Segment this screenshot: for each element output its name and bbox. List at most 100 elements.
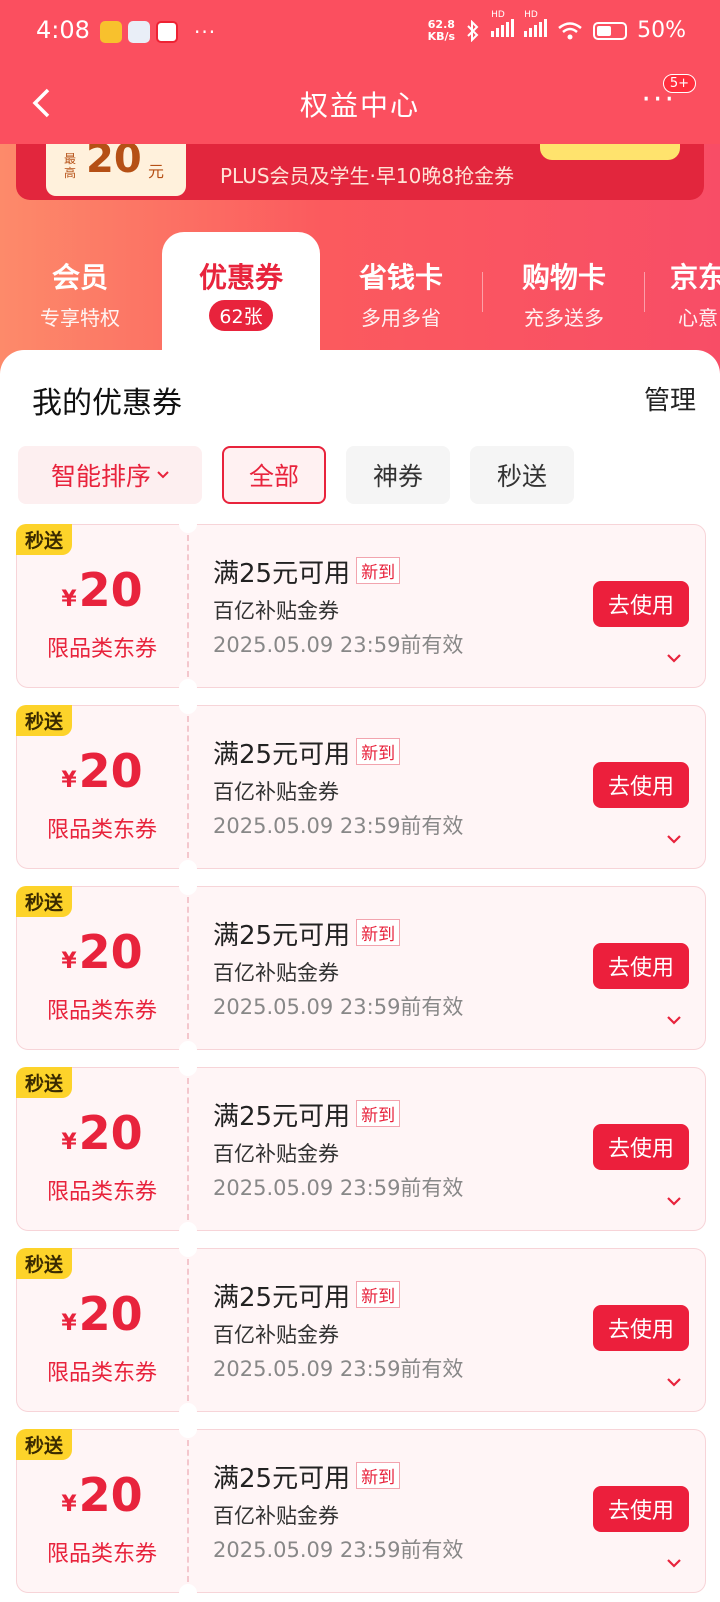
coupon-card[interactable]: 秒送 ¥20 限品类东券 满25元可用 新到 百亿补贴金券 2025.05.09 … (16, 1239, 706, 1421)
coupon-type: 百亿补贴金券 (213, 1142, 339, 1166)
filter-god-coupon[interactable]: 神券 (346, 446, 450, 504)
net-speed-value: 62.8 (427, 17, 455, 31)
hd-label-2: HD (524, 10, 538, 20)
coupon-scope: 限品类东券 (46, 1361, 157, 1386)
coupon-amount-value: 20 (78, 1287, 143, 1341)
coupon-amount: ¥20 (17, 565, 187, 625)
tab-title: 京东 (670, 261, 720, 294)
currency-symbol: ¥ (61, 949, 77, 974)
coupon-notch (179, 1058, 197, 1076)
wifi-icon (558, 21, 582, 39)
coupon-expiry: 2025.05.09 23:59前有效 (213, 814, 464, 838)
coupon-value: ¥20 限品类东券 (17, 1430, 187, 1592)
new-tag: 新到 (356, 738, 401, 765)
new-tag: 新到 (356, 557, 401, 584)
coupon-amount-value: 20 (78, 1106, 143, 1160)
use-coupon-button[interactable]: 去使用 (593, 1124, 689, 1170)
coupon-scope: 限品类东券 (46, 637, 157, 662)
coupon-divider (187, 1078, 189, 1220)
use-coupon-button[interactable]: 去使用 (593, 581, 689, 627)
coupon-card[interactable]: 秒送 ¥20 限品类东券 满25元可用 新到 百亿补贴金券 2025.05.09 … (16, 877, 706, 1059)
coupon-amount: ¥20 (17, 746, 187, 806)
coupon-notch (179, 1222, 197, 1240)
coupon-scope: 限品类东券 (46, 1542, 157, 1567)
coupon-notch (179, 1584, 197, 1602)
tab-savings-card[interactable]: 省钱卡 多用多省 (322, 232, 480, 352)
tab-subtitle: 充多送多 (524, 306, 604, 330)
sort-dropdown[interactable]: 智能排序 (18, 446, 202, 504)
calendar-app-icon (128, 21, 150, 43)
tab-subtitle: 多用多省 (361, 306, 441, 330)
chevron-down-icon[interactable] (665, 1192, 683, 1210)
coupon-amount-value: 20 (78, 563, 143, 617)
use-coupon-button[interactable]: 去使用 (593, 1486, 689, 1532)
use-coupon-button[interactable]: 去使用 (593, 943, 689, 989)
coupon-divider (187, 535, 189, 677)
tab-member[interactable]: 会员 专享特权 (0, 232, 160, 352)
coupon-notch (179, 877, 197, 895)
coupon-expiry: 2025.05.09 23:59前有效 (213, 995, 464, 1019)
tab-subtitle: 心意 (678, 306, 718, 330)
filter-all[interactable]: 全部 (222, 446, 326, 504)
manage-button[interactable]: 管理 (644, 380, 696, 417)
coupon-divider (187, 716, 189, 858)
coupon-card[interactable]: 秒送 ¥20 限品类东券 满25元可用 新到 百亿补贴金券 2025.05.09 … (16, 1058, 706, 1240)
tab-title: 会员 (51, 261, 108, 294)
new-tag: 新到 (356, 1100, 401, 1127)
coupon-value: ¥20 限品类东券 (17, 1249, 187, 1411)
tab-subtitle: 专享特权 (40, 306, 120, 330)
chevron-down-icon[interactable] (665, 1011, 683, 1029)
coupon-divider (187, 897, 189, 1039)
new-tag: 新到 (356, 919, 401, 946)
battery-icon (593, 21, 628, 40)
notification-icons: ··· (100, 20, 216, 44)
coupon-notch (179, 1403, 197, 1421)
chevron-down-icon[interactable] (665, 649, 683, 667)
notes-app-icon (100, 21, 122, 43)
coupon-notch (179, 1041, 197, 1059)
coupon-scope: 限品类东券 (46, 1180, 157, 1205)
tab-shopping-card[interactable]: 购物卡 充多送多 (484, 232, 644, 352)
coupon-notch (179, 696, 197, 714)
coupon-condition: 满25元可用 新到 (213, 553, 401, 590)
new-tag: 新到 (356, 1462, 401, 1489)
coupon-expiry: 2025.05.09 23:59前有效 (213, 1176, 464, 1200)
coupon-notch (179, 860, 197, 878)
use-coupon-button[interactable]: 去使用 (593, 762, 689, 808)
coupon-card[interactable]: 秒送 ¥20 限品类东券 满25元可用 新到 百亿补贴金券 2025.05.09 … (16, 515, 706, 697)
tab-title: 省钱卡 (358, 261, 443, 294)
coupon-card[interactable]: 秒送 ¥20 限品类东券 满25元可用 新到 百亿补贴金券 2025.05.09 … (16, 1420, 706, 1602)
coupon-condition: 满25元可用 新到 (213, 1458, 401, 1495)
coupon-count-badge: 62张 (209, 300, 273, 331)
coupon-notch (179, 1420, 197, 1438)
use-coupon-button[interactable]: 去使用 (593, 1305, 689, 1351)
chevron-down-icon[interactable] (665, 1554, 683, 1572)
condition-text: 满25元可用 (213, 1102, 351, 1132)
coupon-condition: 满25元可用 新到 (213, 1277, 401, 1314)
system-indicators: 62.8 KB/s HD HD 50% (427, 10, 686, 43)
signal-2-icon: HD (524, 10, 548, 43)
coupon-amount: ¥20 (17, 1289, 187, 1349)
coupon-condition: 满25元可用 新到 (213, 915, 401, 952)
coupon-value: ¥20 限品类东券 (17, 887, 187, 1049)
coupon-type: 百亿补贴金券 (213, 1504, 339, 1528)
coupon-type: 百亿补贴金券 (213, 599, 339, 623)
coupon-expiry: 2025.05.09 23:59前有效 (213, 1538, 464, 1562)
benefit-tabs: 会员 专享特权 优惠券 62张 省钱卡 多用多省 购物卡 充多送多 京东 心意 (0, 232, 720, 352)
coupon-card[interactable]: 秒送 ¥20 限品类东券 满25元可用 新到 百亿补贴金券 2025.05.09 … (16, 696, 706, 878)
new-tag: 新到 (356, 1281, 401, 1308)
tab-jd[interactable]: 京东 心意 (648, 232, 720, 352)
banner-subtitle: PLUS会员及学生·早10晚8抢金券 (220, 164, 515, 188)
chevron-down-icon[interactable] (665, 1373, 683, 1391)
battery-percent: 50% (637, 18, 686, 43)
page-title: 权益中心 (299, 89, 420, 122)
currency-symbol: ¥ (61, 768, 77, 793)
currency-symbol: ¥ (61, 587, 77, 612)
coupon-type: 百亿补贴金券 (213, 1323, 339, 1347)
banner-max-label: 最高 (64, 152, 77, 180)
shopping-app-icon (156, 21, 178, 43)
coupon-notch (179, 1239, 197, 1257)
tab-coupons[interactable]: 优惠券 62张 (162, 232, 320, 352)
chevron-down-icon[interactable] (665, 830, 683, 848)
filter-instant-delivery[interactable]: 秒送 (470, 446, 574, 504)
